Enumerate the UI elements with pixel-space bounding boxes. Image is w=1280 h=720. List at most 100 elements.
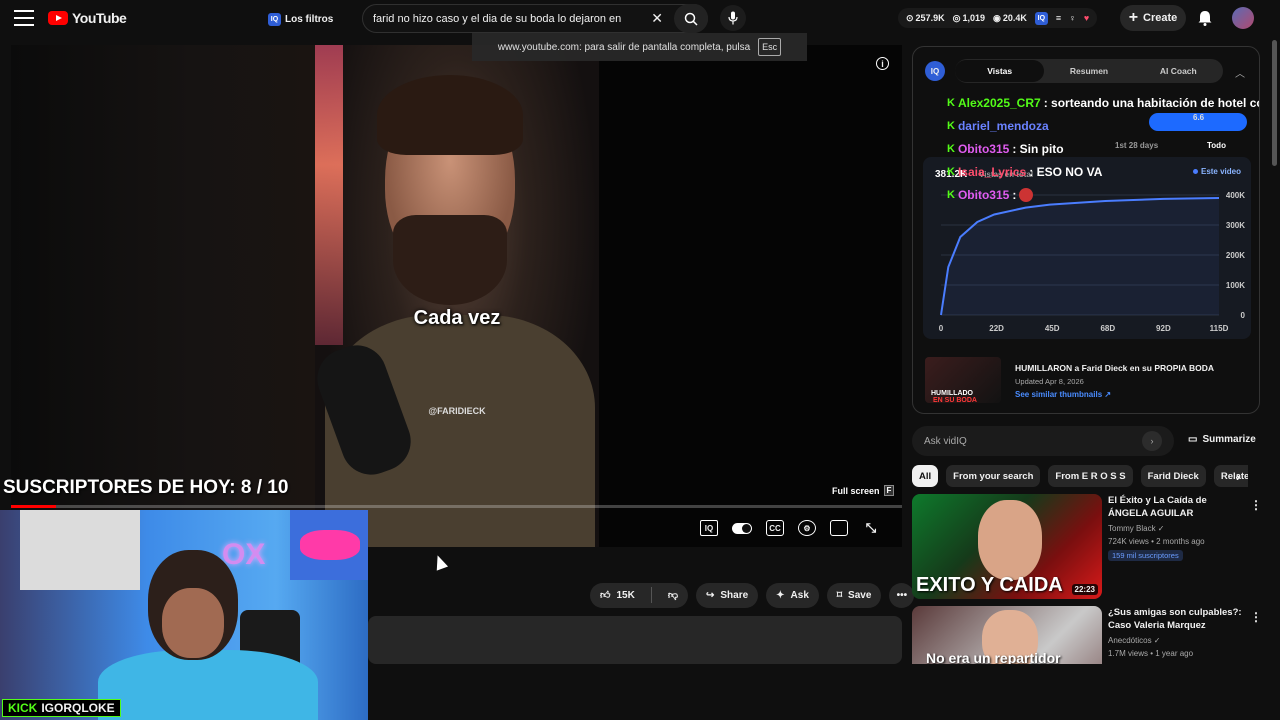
channel-stats: ⊙ 257.9K ◎ 1,019 ◉ 20.4K IQ ≡ ♀ ♥ [898,8,1098,28]
alert-icon[interactable]: ♥ [1084,13,1089,23]
video-title[interactable]: El Éxito y La Caída de ÁNGELA AGUILAR [1108,494,1248,520]
kick-icon: K [947,119,955,132]
chat-message: Kdariel_mendoza [947,114,1259,137]
top-bar: YouTube IQ Los filtros farid no hizo cas… [0,0,1280,37]
search-query[interactable]: farid no hizo caso y el dia de su boda l… [373,13,645,25]
summarize-button[interactable]: ▭ Summarize [1188,434,1256,445]
recommended-thumbnail[interactable]: HUMILLADO EN SU BODA [925,357,1001,404]
video-frame[interactable]: Cada vez @FARIDIECK [308,45,599,547]
exit-fullscreen-icon[interactable]: ⤡ [862,520,880,536]
menu-icon[interactable] [14,10,34,26]
video-menu-icon[interactable]: ⋮ [1250,610,1262,624]
search-input[interactable]: farid no hizo caso y el dia de su boda l… [362,4,708,33]
escape-key: Esc [758,38,782,56]
chat-text: : Sin pito [1012,141,1064,156]
chip-all[interactable]: All [912,465,939,487]
settings-gear-icon[interactable]: ⚙ [798,520,816,536]
thumbnail-text-1: HUMILLADO [931,390,973,397]
thumbnail-text: No era un repartidor [926,650,1061,664]
thumbs-down-icon: 👎︎ [667,590,678,601]
info-icon[interactable]: i [876,57,889,70]
ask-vidiq-input[interactable]: Ask vidIQ › [912,426,1174,456]
vidiq-panel: IQ Vistas Resumen AI Coach ︿ 6.6 1st 28 … [912,46,1260,414]
filters-button[interactable]: IQ Los filtros [262,9,339,29]
autoplay-toggle[interactable] [732,522,752,534]
clear-search-icon[interactable]: ✕ [651,10,663,27]
x-tick-label: 0 [939,324,944,333]
recommended-title[interactable]: HUMILLARON a Farid Dieck en su PROPIA BO… [1015,363,1214,373]
vidiq-icon[interactable]: IQ [1034,11,1048,25]
divider [650,587,652,603]
create-button[interactable]: + Create [1120,5,1186,31]
chips-next-icon[interactable]: › [1236,470,1240,484]
search-button[interactable] [674,4,708,33]
video-thumbnail[interactable]: EXITO Y CAIDA 22:23 [912,494,1102,599]
trophy-icon[interactable]: ♀ [1069,13,1076,23]
subscribers-goal-text: SUSCRIPTORES DE HOY: 8 / 10 [3,477,289,498]
series-area [941,198,1219,315]
similar-thumbnails-link[interactable]: See similar thumbnails ↗ [1015,390,1111,399]
video-title[interactable]: ¿Sus amigas son culpables?: Caso Valeria… [1108,606,1248,632]
filters-label: Los filtros [285,13,334,25]
streamer-webcam: OX [0,510,368,720]
channel-name[interactable]: Tommy Black ✓ [1108,524,1165,533]
related-video[interactable]: No era un repartidor ¿Sus amigas son cul… [912,606,1270,664]
collapse-chevron-icon[interactable]: ︿ [1235,65,1245,80]
ask-label: Ask [790,589,809,601]
chip-related[interactable]: Related [1213,465,1248,487]
chip-from-search[interactable]: From your search [946,465,1041,487]
speaker-hair [377,75,523,155]
notifications-bell-icon[interactable] [1196,9,1214,27]
recommended-date: Updated Apr 8, 2026 [1015,377,1084,386]
tab-vistas[interactable]: Vistas [955,60,1045,82]
video-thumbnail[interactable]: No era un repartidor [912,606,1102,664]
chat-text: : [1012,187,1017,202]
sparkle-icon: ✦ [776,589,785,601]
fullscreen-toast-text: www.youtube.com: para salir de pantalla … [497,41,751,53]
share-button[interactable]: ↪ Share [695,582,759,608]
voice-search-button[interactable] [720,5,746,31]
like-button[interactable]: 👍︎ 15K [590,583,645,608]
filter-chips: All From your search From E R O S S Fari… [912,465,1248,487]
tab-ai-coach[interactable]: AI Coach [1134,60,1223,82]
theater-mode-icon[interactable] [830,520,848,536]
save-button[interactable]: ⌑ Save [826,582,882,608]
tab-resumen[interactable]: Resumen [1044,60,1133,82]
account-avatar[interactable] [1232,7,1254,29]
vidiq-player-icon[interactable]: IQ [700,520,718,536]
chat-message: K Obito315: Sin pito [947,137,1259,160]
chat-text: : sorteando una habitación de hotel con … [1043,95,1260,110]
x-tick-label: 22D [989,324,1004,333]
logo-text: YouTube [72,10,127,26]
youtube-play-icon [48,11,68,25]
x-tick-label: 68D [1100,324,1115,333]
chat-message: K Alex2025_CR7: sorteando una habitación … [947,91,1260,114]
chip-channel[interactable]: From E R O S S [1048,465,1133,487]
microphone-icon [728,11,738,25]
youtube-logo[interactable]: YouTube [48,10,127,26]
captions-icon[interactable]: CC [766,520,784,536]
mouse-cursor [431,553,449,571]
chevron-right-icon[interactable]: › [1142,431,1162,451]
chip-farid[interactable]: Farid Dieck [1140,465,1206,487]
list-icon[interactable]: ≡ [1056,13,1061,23]
progress-bar[interactable] [11,505,902,508]
thumbnail-face [978,500,1042,580]
ask-button[interactable]: ✦ Ask [766,582,819,608]
thumbs-up-icon: 👍︎ [600,590,611,601]
scrollbar[interactable] [1272,40,1277,166]
vidiq-logo-icon[interactable]: IQ [925,61,945,81]
channel-name[interactable]: Anecdóticos ✓ [1108,636,1161,645]
video-player[interactable]: Cada vez @FARIDIECK i [11,45,902,547]
related-video[interactable]: EXITO Y CAIDA 22:23 El Éxito y La Caída … [912,494,1270,604]
video-menu-icon[interactable]: ⋮ [1250,498,1262,512]
dislike-button[interactable]: 👎︎ [658,583,688,608]
description-box[interactable] [368,616,902,664]
more-actions-button[interactable]: ••• [889,582,915,608]
book-icon: ▭ [1188,434,1198,445]
vidiq-icon: IQ [268,12,281,26]
subscribers-value: 257.9K [915,13,945,23]
like-count: 15K [616,589,635,601]
chat-message: K Obito315: [947,183,1259,206]
subscribers-stat: ⊙ 257.9K [906,12,945,24]
